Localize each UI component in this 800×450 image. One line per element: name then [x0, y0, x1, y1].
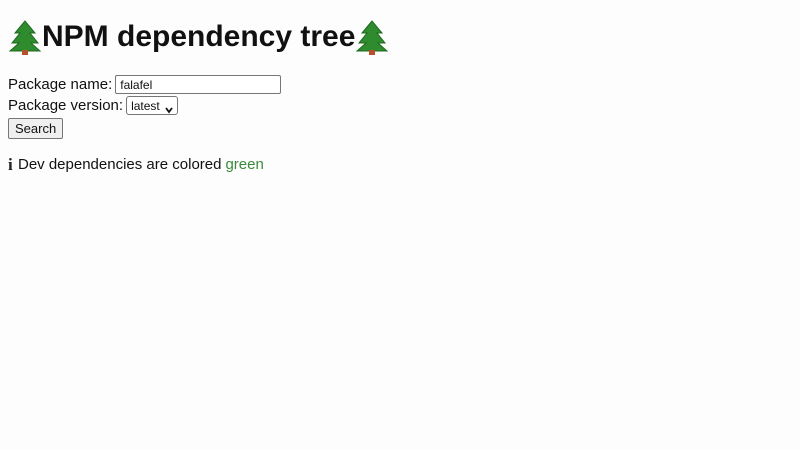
search-form: Package name: Package version: latest Se… — [8, 74, 792, 139]
package-name-row: Package name: — [8, 74, 792, 95]
page-title: NPM dependency tree — [8, 0, 792, 56]
package-version-label: Package version: — [8, 96, 124, 114]
package-version-value: latest — [131, 98, 160, 113]
package-version-select[interactable]: latest — [126, 96, 178, 115]
info-note: i Dev dependencies are colored green — [8, 155, 792, 175]
chevron-down-icon — [164, 101, 174, 113]
search-button[interactable]: Search — [8, 118, 64, 139]
tree-icon — [355, 19, 389, 55]
info-icon: i — [8, 155, 13, 174]
package-name-label: Package name: — [8, 75, 113, 93]
search-row: Search — [8, 116, 792, 139]
info-text: Dev dependencies are colored — [18, 156, 222, 173]
page: NPM dependency tree Package name: Packag… — [0, 0, 800, 450]
package-name-input[interactable] — [115, 75, 282, 94]
title-text: NPM dependency tree — [42, 20, 356, 53]
tree-icon — [8, 19, 42, 55]
package-version-row: Package version: latest — [8, 95, 792, 116]
info-highlight: green — [225, 156, 264, 173]
